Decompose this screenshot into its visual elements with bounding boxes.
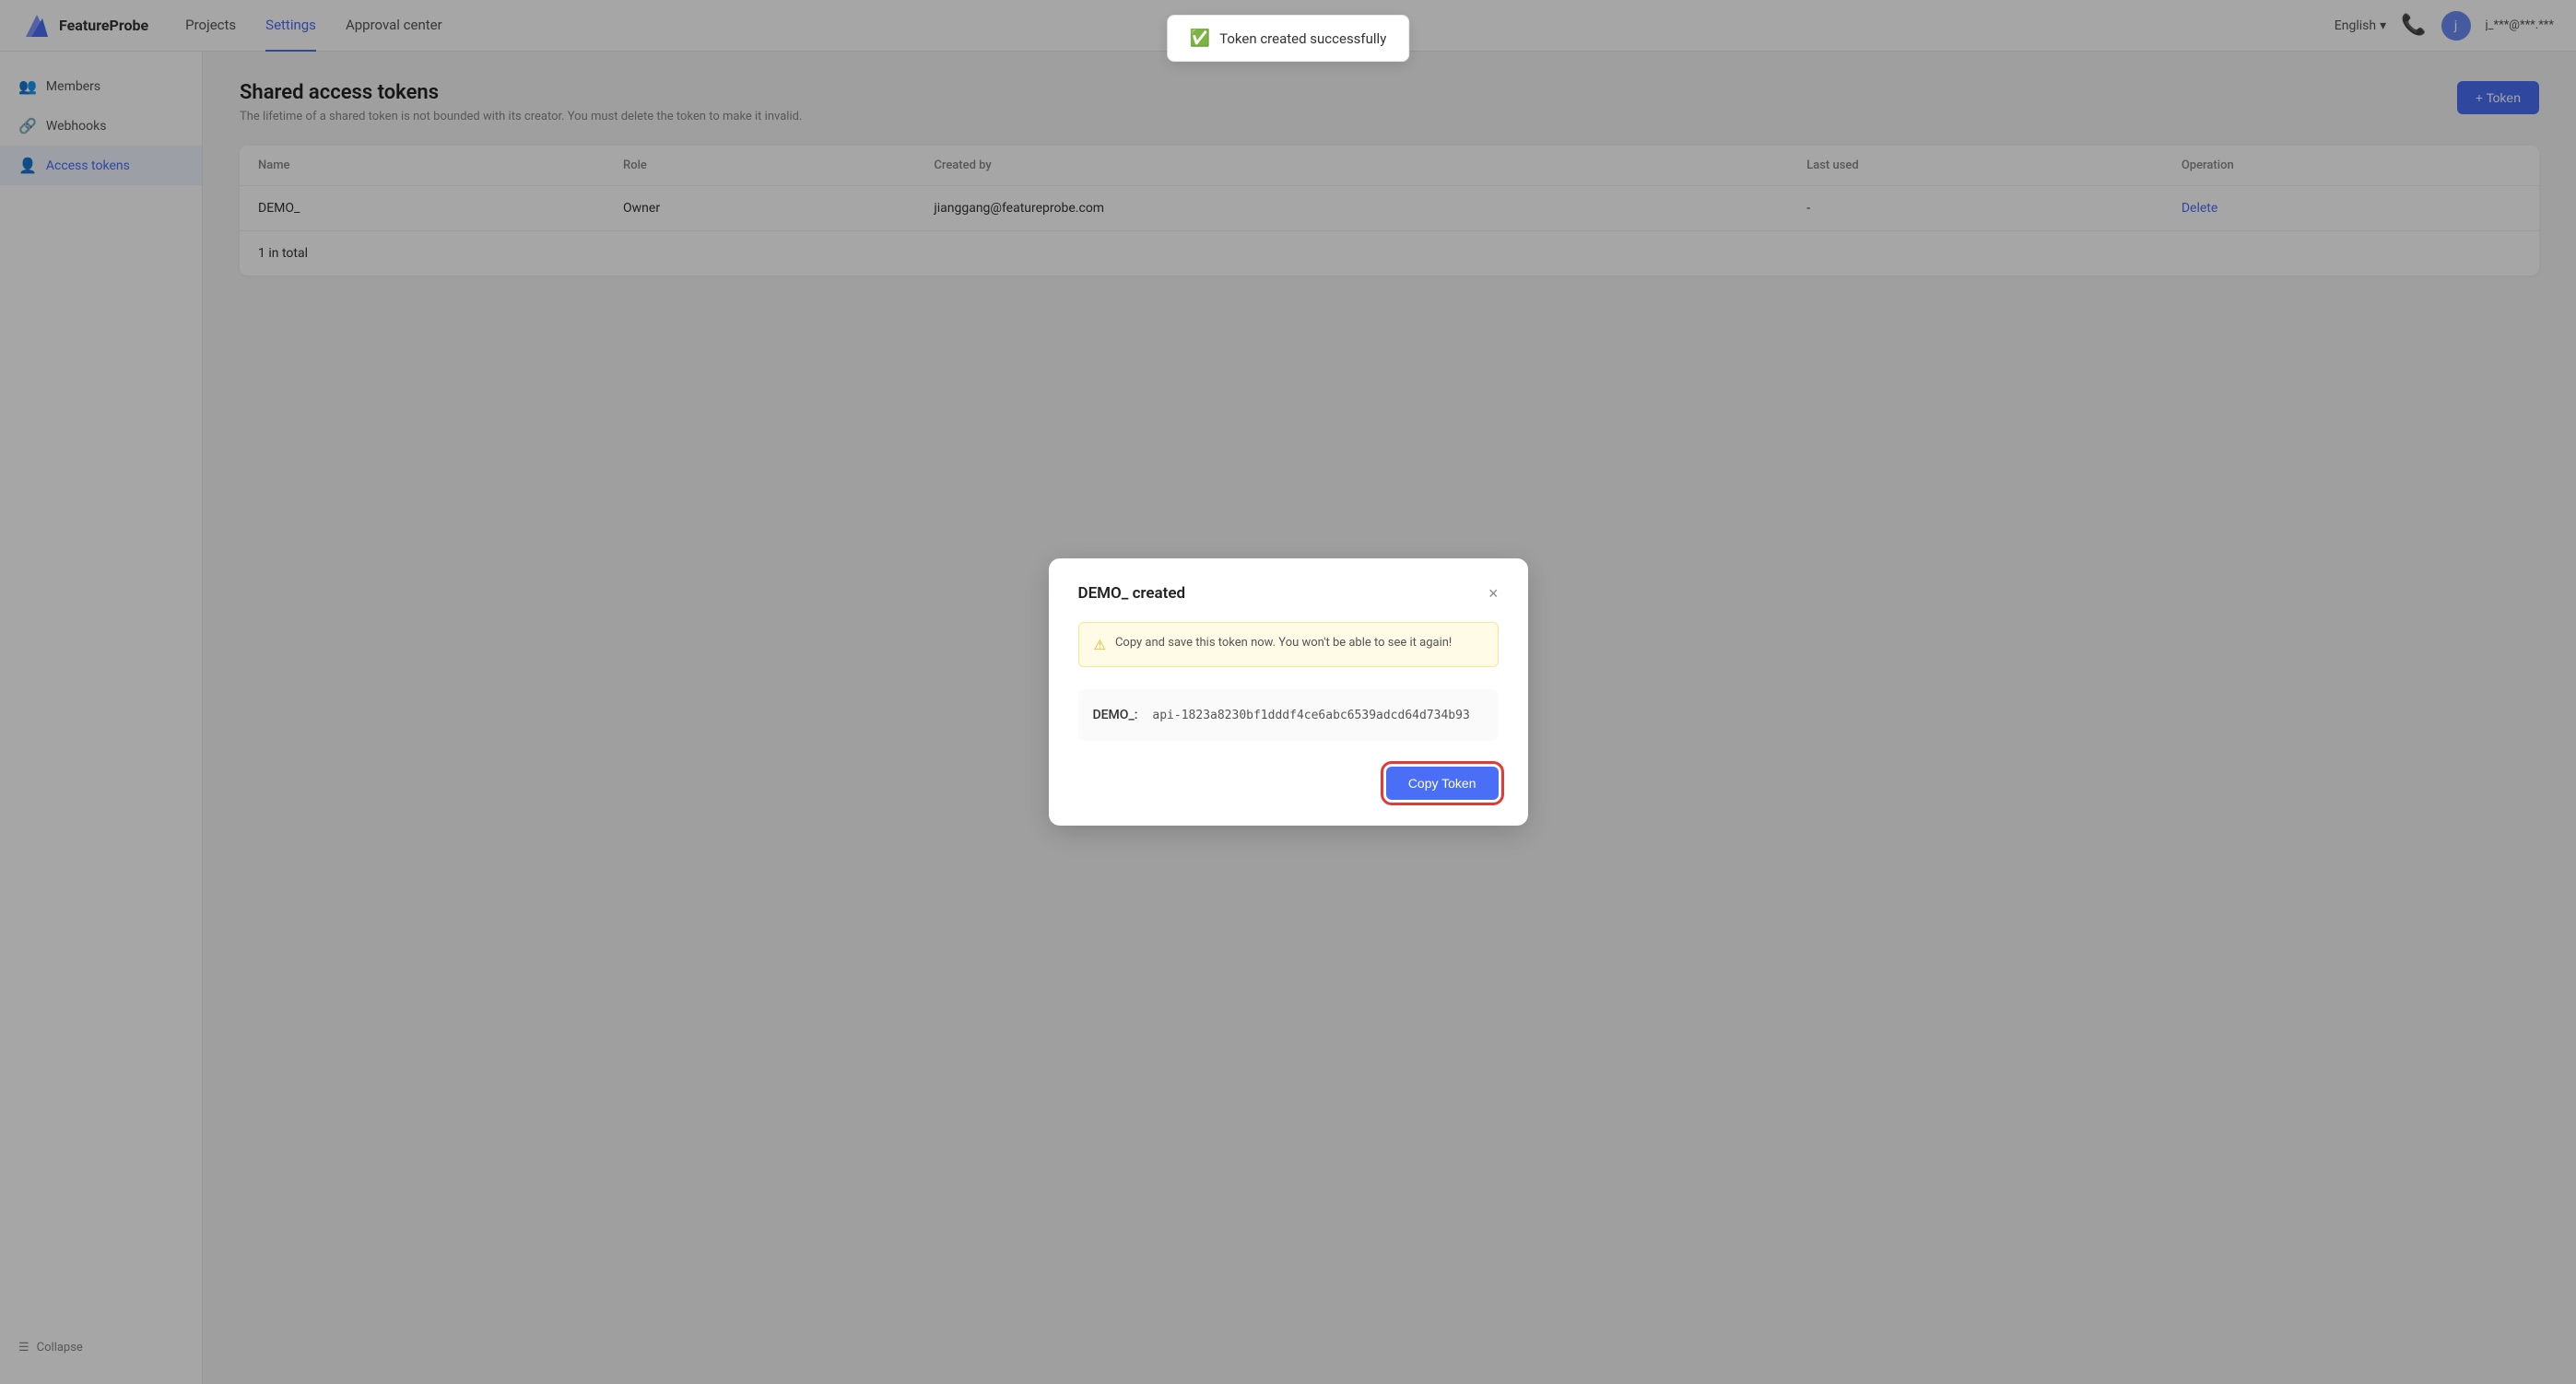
- toast: ✅ Token created successfully: [1167, 52, 1410, 62]
- token-value: api-1823a8230bf1dddf4ce6abc6539adcd64d73…: [1152, 709, 1469, 722]
- warning-icon: ⚠: [1094, 635, 1106, 656]
- warning-banner: ⚠ Copy and save this token now. You won'…: [1078, 622, 1499, 668]
- copy-token-button[interactable]: Copy Token: [1386, 767, 1499, 800]
- token-display: DEMO_: api-1823a8230bf1dddf4ce6abc6539ad…: [1078, 689, 1499, 741]
- modal-title: DEMO_ created: [1078, 584, 1186, 603]
- token-label: DEMO_:: [1093, 708, 1138, 722]
- modal: DEMO_ created × ⚠ Copy and save this tok…: [1049, 558, 1528, 827]
- modal-overlay: DEMO_ created × ⚠ Copy and save this tok…: [0, 0, 2576, 1384]
- warning-text: Copy and save this token now. You won't …: [1115, 634, 1452, 652]
- modal-header: DEMO_ created ×: [1078, 584, 1499, 604]
- modal-close-button[interactable]: ×: [1488, 584, 1499, 604]
